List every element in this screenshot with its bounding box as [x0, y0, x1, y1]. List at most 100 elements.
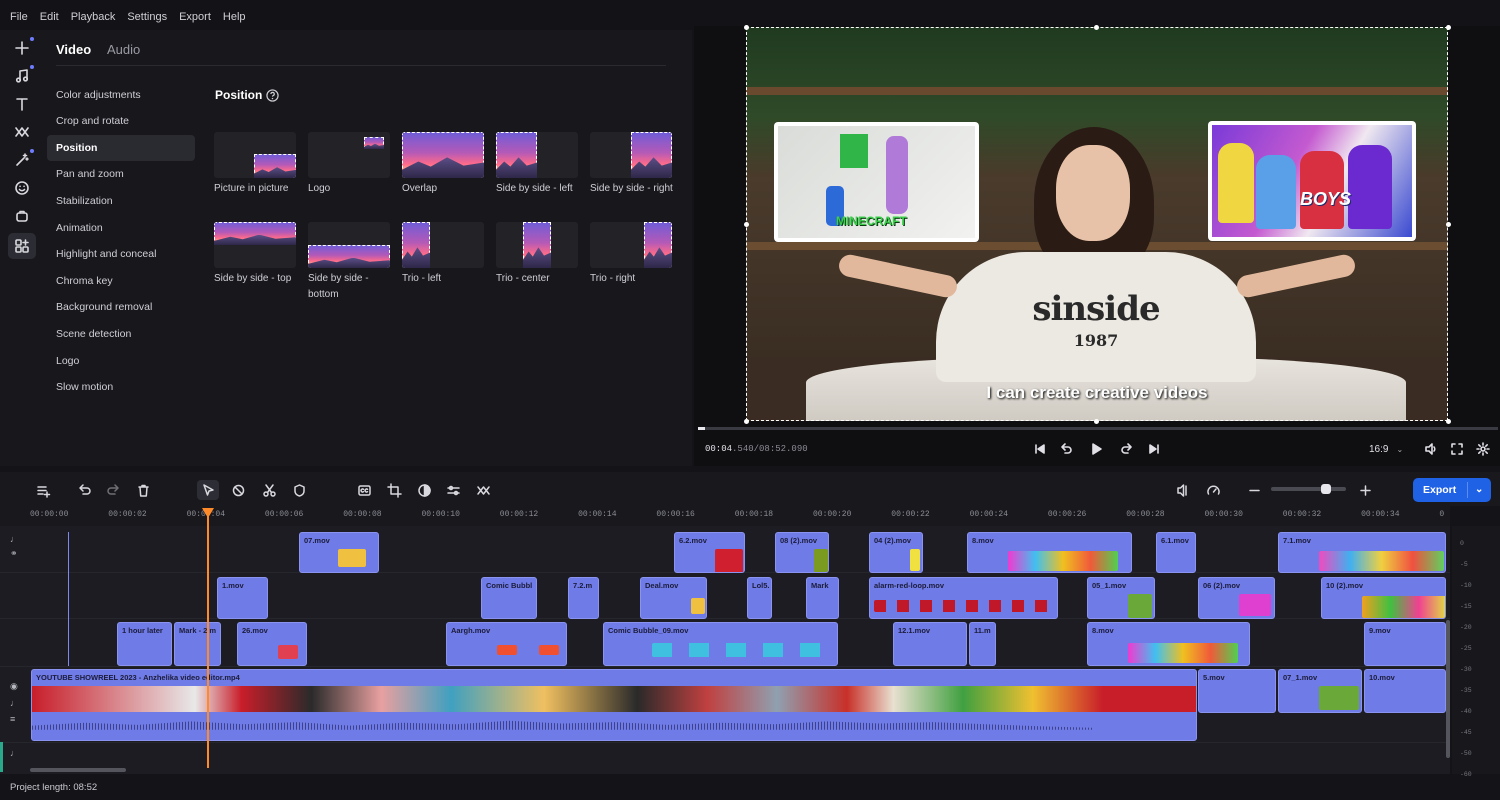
- preset-trio-center[interactable]: [496, 222, 578, 268]
- clip-04-2[interactable]: 04 (2).mov: [869, 532, 923, 573]
- color-button[interactable]: [413, 480, 435, 500]
- clip-8[interactable]: 8.mov: [967, 532, 1132, 573]
- select-tool-button[interactable]: [197, 480, 219, 500]
- menu-edit[interactable]: Edit: [34, 11, 65, 23]
- clip-26[interactable]: 26.mov: [237, 622, 307, 666]
- clip-8b[interactable]: 8.mov: [1087, 622, 1250, 666]
- marker-tool-button[interactable]: [227, 480, 249, 500]
- timeline-ruler[interactable]: 00:00:00 00:00:02 00:00:04 00:00:06 00:00:08…: [0, 506, 1450, 526]
- resize-handle-br[interactable]: [1446, 419, 1451, 424]
- cut-button[interactable]: [258, 480, 280, 500]
- zoom-slider-thumb[interactable]: [1321, 484, 1331, 494]
- sidebar-item-stabilization[interactable]: Stabilization: [47, 188, 195, 214]
- clip-10[interactable]: 10.mov: [1364, 669, 1446, 713]
- undo-button[interactable]: [73, 480, 95, 500]
- crop-button[interactable]: [383, 480, 405, 500]
- transition-button[interactable]: [472, 480, 494, 500]
- video-tools-button[interactable]: [8, 233, 36, 259]
- resize-handle-l[interactable]: [744, 222, 749, 227]
- resize-handle-r[interactable]: [1446, 222, 1451, 227]
- sidebar-item-slow-motion[interactable]: Slow motion: [47, 374, 195, 400]
- resize-handle-tr[interactable]: [1446, 25, 1451, 30]
- adjust-button[interactable]: [442, 480, 464, 500]
- clip-06-2[interactable]: 06 (2).mov: [1198, 577, 1275, 619]
- clip-1[interactable]: 1.mov: [217, 577, 268, 619]
- speaker-icon[interactable]: ♩: [10, 748, 19, 758]
- vertical-scrollbar[interactable]: [1446, 620, 1450, 758]
- preset-side-right[interactable]: [590, 132, 672, 178]
- lock-icon[interactable]: ≡: [10, 714, 15, 724]
- clip-07-1[interactable]: 07_1.mov: [1278, 669, 1362, 713]
- sidebar-item-chroma-key[interactable]: Chroma key: [47, 268, 195, 294]
- speaker-icon[interactable]: ♩: [10, 698, 19, 708]
- preset-side-top[interactable]: [214, 222, 296, 268]
- resize-handle-bl[interactable]: [744, 419, 749, 424]
- clip-aargh[interactable]: Aargh.mov: [446, 622, 567, 666]
- tab-video[interactable]: Video: [56, 42, 91, 57]
- resize-handle-t[interactable]: [1094, 25, 1099, 30]
- sidebar-item-scene-detection[interactable]: Scene detection: [47, 321, 195, 347]
- clip-12-1[interactable]: 12.1.mov: [893, 622, 967, 666]
- stickers-button[interactable]: [8, 175, 36, 201]
- overlay-left[interactable]: MINECRAFT: [774, 122, 979, 242]
- clip-1-hour-later[interactable]: 1 hour later: [117, 622, 172, 666]
- speed-button[interactable]: [1202, 480, 1224, 500]
- clip-7-2[interactable]: 7.2.m: [568, 577, 599, 619]
- clip-6-2[interactable]: 6.2.mov: [674, 532, 745, 573]
- music-button[interactable]: [8, 63, 36, 89]
- horizontal-scrollbar[interactable]: [30, 768, 126, 772]
- menu-export[interactable]: Export: [173, 11, 217, 23]
- menu-settings[interactable]: Settings: [121, 11, 173, 23]
- titles-button[interactable]: [8, 91, 36, 117]
- clip-deal[interactable]: Deal.mov: [640, 577, 707, 619]
- preset-trio-right[interactable]: [590, 222, 672, 268]
- sidebar-item-animation[interactable]: Animation: [47, 215, 195, 241]
- skip-forward-button[interactable]: [1146, 441, 1162, 457]
- sidebar-item-crop-rotate[interactable]: Crop and rotate: [47, 108, 195, 134]
- sidebar-item-position[interactable]: Position: [47, 135, 195, 161]
- sidebar-item-pan-zoom[interactable]: Pan and zoom: [47, 161, 195, 187]
- clip-mark-b[interactable]: Mark: [806, 577, 839, 619]
- transitions-button[interactable]: [8, 119, 36, 145]
- sidebar-item-background-removal[interactable]: Background removal: [47, 294, 195, 320]
- video-preview[interactable]: sinside 1987 MINECRAFT BOYS I can create…: [746, 27, 1448, 421]
- export-button[interactable]: Export ⌄: [1413, 478, 1491, 502]
- aspect-ratio-select[interactable]: 16:9 ⌄: [1369, 444, 1403, 455]
- delete-button[interactable]: [132, 480, 154, 500]
- eye-icon[interactable]: ◉: [10, 681, 18, 692]
- clip-08-2[interactable]: 08 (2).mov: [775, 532, 829, 573]
- playback-progress[interactable]: [698, 427, 1498, 430]
- menu-file[interactable]: File: [4, 11, 34, 23]
- clip-mark-2[interactable]: Mark - 2.m: [174, 622, 221, 666]
- clip-11[interactable]: 11.m: [969, 622, 996, 666]
- chevron-down-icon[interactable]: ⌄: [1475, 478, 1483, 502]
- playhead[interactable]: [207, 510, 209, 768]
- clip-10-2[interactable]: 10 (2).mov: [1321, 577, 1446, 619]
- captions-button[interactable]: [353, 480, 375, 500]
- speaker-icon[interactable]: ♩: [10, 534, 19, 544]
- resize-handle-b[interactable]: [1094, 419, 1099, 424]
- zoom-slider[interactable]: [1271, 487, 1346, 491]
- clip-lol5[interactable]: Lol5.: [747, 577, 772, 619]
- play-button[interactable]: [1088, 441, 1104, 457]
- audio-split-button[interactable]: [1172, 480, 1194, 500]
- clip-comic-bubble-09[interactable]: Comic Bubble_09.mov: [603, 622, 838, 666]
- forward-button[interactable]: [1119, 441, 1135, 457]
- preset-trio-left[interactable]: [402, 222, 484, 268]
- overlay-right[interactable]: BOYS: [1208, 121, 1416, 241]
- preset-logo[interactable]: [308, 132, 390, 178]
- volume-button[interactable]: [1423, 441, 1439, 457]
- redo-button[interactable]: [102, 480, 124, 500]
- help-icon[interactable]: [266, 89, 279, 102]
- menu-help[interactable]: Help: [217, 11, 252, 23]
- sidebar-item-highlight[interactable]: Highlight and conceal: [47, 241, 195, 267]
- clip-9[interactable]: 9.mov: [1364, 622, 1446, 666]
- add-track-button[interactable]: [32, 480, 54, 500]
- preset-side-left[interactable]: [496, 132, 578, 178]
- sidebar-item-color-adjustments[interactable]: Color adjustments: [47, 82, 195, 108]
- tab-audio[interactable]: Audio: [107, 42, 140, 57]
- clip-07[interactable]: 07.mov: [299, 532, 379, 573]
- link-icon[interactable]: ⚭: [10, 548, 18, 559]
- clip-comic-bubble[interactable]: Comic Bubbl: [481, 577, 537, 619]
- zoom-in-button[interactable]: [1354, 480, 1376, 500]
